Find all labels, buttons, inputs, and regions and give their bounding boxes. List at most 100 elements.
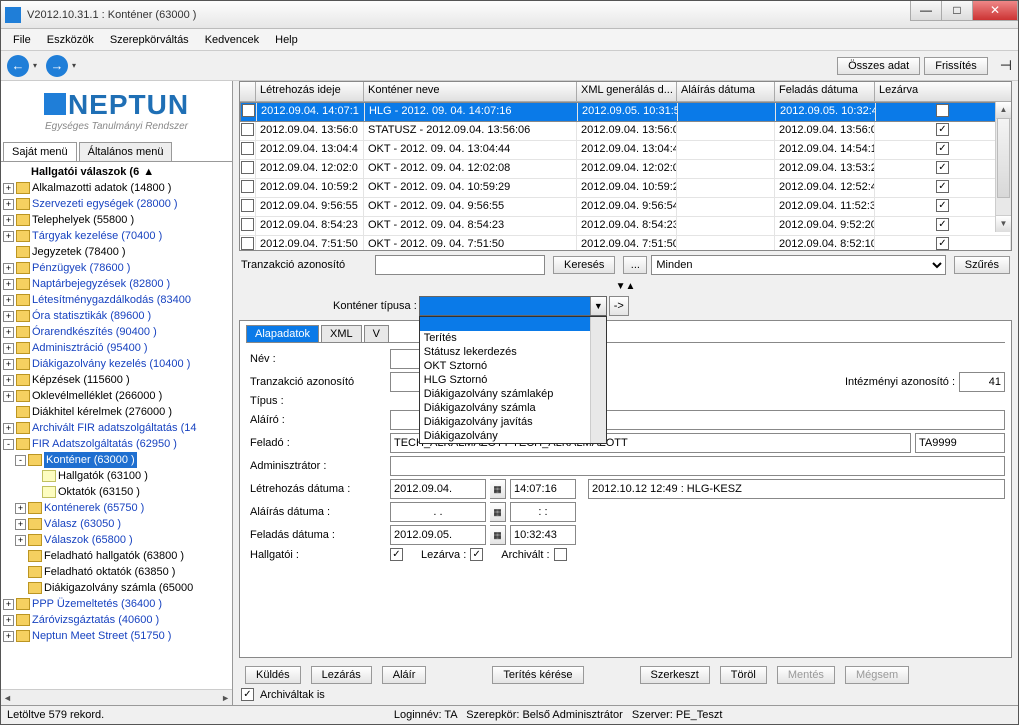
close-button[interactable]: ✕ (972, 1, 1018, 21)
menu-szerepkörváltás[interactable]: Szerepkörváltás (102, 34, 197, 46)
col-header[interactable]: Konténer neve (364, 82, 577, 101)
calendar-icon[interactable]: ▦ (490, 479, 506, 499)
lezarva-checkbox[interactable]: ✓ (936, 237, 949, 250)
chk-archivaltak-is[interactable]: ✓ (241, 688, 254, 701)
col-header[interactable]: Aláírás dátuma (677, 82, 775, 101)
tree-item[interactable]: -FIR Adatszolgáltatás (62950 ) (3, 436, 232, 452)
kereses-button[interactable]: Keresés (553, 256, 615, 274)
search-dots-button[interactable]: ... (623, 256, 647, 274)
table-row[interactable]: 2012.09.04. 14:07:1HLG - 2012. 09. 04. 1… (240, 102, 1011, 122)
table-row[interactable]: 2012.09.04. 13:56:0STATUSZ - 2012.09.04.… (240, 122, 1011, 141)
tree-item[interactable]: +Tárgyak kezelése (70400 ) (3, 228, 232, 244)
tree-item[interactable]: Hallgatók (63100 ) (3, 468, 232, 484)
lezaras-button[interactable]: Lezárás (311, 666, 372, 684)
fld-note[interactable]: 2012.10.12 12:49 : HLG-KESZ (588, 479, 1005, 499)
tree-item[interactable]: Feladható hallgatók (63800 ) (3, 548, 232, 564)
chk-archivalt[interactable] (554, 548, 567, 561)
tree-item[interactable]: +Képzések (115600 ) (3, 372, 232, 388)
combo-option[interactable]: Diákigazolvány számla (420, 401, 606, 415)
lezarva-checkbox[interactable]: ✓ (936, 123, 949, 136)
combo-option[interactable]: HLG Sztornó (420, 373, 606, 387)
menu-kedvencek[interactable]: Kedvencek (197, 34, 267, 46)
szures-button[interactable]: Szűrés (954, 256, 1010, 274)
tree-item[interactable]: +Oklevélmelléklet (266000 ) (3, 388, 232, 404)
detail-tab[interactable]: V (364, 325, 389, 342)
tree-item[interactable]: +Óra statisztikák (89600 ) (3, 308, 232, 324)
tree-item[interactable]: +Telephelyek (55800 ) (3, 212, 232, 228)
col-header[interactable]: Feladás dátuma (775, 82, 875, 101)
tab-sajat-menu[interactable]: Saját menü (3, 142, 77, 161)
tree-item[interactable]: Jegyzetek (78400 ) (3, 244, 232, 260)
fld-alairas-time[interactable]: : : (510, 502, 576, 522)
grid-vscroll[interactable] (995, 102, 1011, 232)
tree-item[interactable]: +Archivált FIR adatszolgáltatás (14 (3, 420, 232, 436)
tree-item[interactable]: Diákigazolvány számla (65000 (3, 580, 232, 596)
search-combo[interactable]: Minden (651, 255, 945, 275)
menu-help[interactable]: Help (267, 34, 306, 46)
table-row[interactable]: 2012.09.04. 8:54:23OKT - 2012. 09. 04. 8… (240, 217, 1011, 236)
fld-letre-date[interactable]: 2012.09.04. (390, 479, 486, 499)
row-checkbox[interactable] (241, 218, 254, 231)
table-row[interactable]: 2012.09.04. 10:59:2OKT - 2012. 09. 04. 1… (240, 179, 1011, 198)
row-checkbox[interactable] (241, 123, 254, 136)
combo-option[interactable]: Diákigazolvány (420, 429, 606, 443)
tree-item[interactable]: +Létesítménygazdálkodás (83400 (3, 292, 232, 308)
combo-option[interactable]: Diákigazolvány számlakép (420, 387, 606, 401)
tree-item[interactable]: +Adminisztráció (95400 ) (3, 340, 232, 356)
chk-hallgatoi[interactable]: ✓ (390, 548, 403, 561)
calendar-icon[interactable]: ▦ (490, 502, 506, 522)
col-header[interactable]: XML generálás d... (577, 82, 677, 101)
fld-felado-code[interactable]: TA9999 (915, 433, 1005, 453)
combo-option[interactable]: Státusz lekerdezés (420, 345, 606, 359)
fld-feladas-date[interactable]: 2012.09.05. (390, 525, 486, 545)
tree-item[interactable]: +Diákigazolvány kezelés (10400 ) (3, 356, 232, 372)
tree-item[interactable]: -Konténer (63000 ) (3, 452, 232, 468)
szerkeszt-button[interactable]: Szerkeszt (640, 666, 710, 684)
row-checkbox[interactable] (241, 142, 254, 155)
data-grid[interactable]: Létrehozás idejeKonténer neveXML generál… (239, 81, 1012, 251)
forward-dropdown[interactable]: ▾ (69, 55, 79, 77)
fld-admin[interactable] (390, 456, 1005, 476)
tree-item[interactable]: Oktatók (63150 ) (3, 484, 232, 500)
kuldes-button[interactable]: Küldés (245, 666, 301, 684)
alair-button[interactable]: Aláír (382, 666, 427, 684)
lezarva-checkbox[interactable]: ✓ (936, 218, 949, 231)
combo-option[interactable] (420, 317, 606, 331)
tree-item[interactable]: +Alkalmazotti adatok (14800 ) (3, 180, 232, 196)
tree-root-label[interactable]: Hallgatói válaszok (6 (31, 164, 139, 180)
tree-item[interactable]: +Szervezeti egységek (28000 ) (3, 196, 232, 212)
type-go-button[interactable]: -> (609, 296, 629, 316)
forward-button[interactable]: → (46, 55, 68, 77)
tree-item[interactable]: +Naptárbejegyzések (82800 ) (3, 276, 232, 292)
combo-option[interactable]: OKT Sztornó (420, 359, 606, 373)
nav-tree[interactable]: Hallgatói válaszok (6▲ +Alkalmazotti ada… (1, 162, 232, 689)
back-button[interactable]: ← (7, 55, 29, 77)
frissites-button[interactable]: Frissítés (924, 57, 988, 75)
torol-button[interactable]: Töröl (720, 666, 767, 684)
combo-option[interactable]: Terítés (420, 331, 606, 345)
search-input[interactable] (375, 255, 545, 275)
tree-item[interactable]: +Pénzügyek (78600 ) (3, 260, 232, 276)
tree-item[interactable]: +PPP Üzemeltetés (36400 ) (3, 596, 232, 612)
row-checkbox[interactable] (242, 104, 255, 117)
lezarva-checkbox[interactable]: ✓ (936, 104, 949, 117)
table-row[interactable]: 2012.09.04. 7:51:50OKT - 2012. 09. 04. 7… (240, 236, 1011, 251)
lezarva-checkbox[interactable]: ✓ (936, 199, 949, 212)
osszes-adat-button[interactable]: Összes adat (837, 57, 920, 75)
fld-alairas-date[interactable]: . . (390, 502, 486, 522)
row-checkbox[interactable] (241, 199, 254, 212)
tree-item[interactable]: +Órarendkészítés (90400 ) (3, 324, 232, 340)
detail-tab[interactable]: Alapadatok (246, 325, 319, 342)
tree-hscroll[interactable] (1, 689, 232, 705)
lezarva-checkbox[interactable]: ✓ (936, 161, 949, 174)
tab-altalanos-menu[interactable]: Általános menü (79, 142, 173, 161)
col-header[interactable] (240, 82, 256, 101)
tree-item[interactable]: +Konténerek (65750 ) (3, 500, 232, 516)
lezarva-checkbox[interactable]: ✓ (936, 142, 949, 155)
chk-lezarva[interactable]: ✓ (470, 548, 483, 561)
tree-item[interactable]: Feladható oktatók (63850 ) (3, 564, 232, 580)
maximize-button[interactable]: □ (941, 1, 973, 21)
chevron-down-icon[interactable]: ▼ (590, 297, 606, 315)
combo-option[interactable]: Diákigazolvány javítás (420, 415, 606, 429)
tree-item[interactable]: +Neptun Meet Street (51750 ) (3, 628, 232, 644)
